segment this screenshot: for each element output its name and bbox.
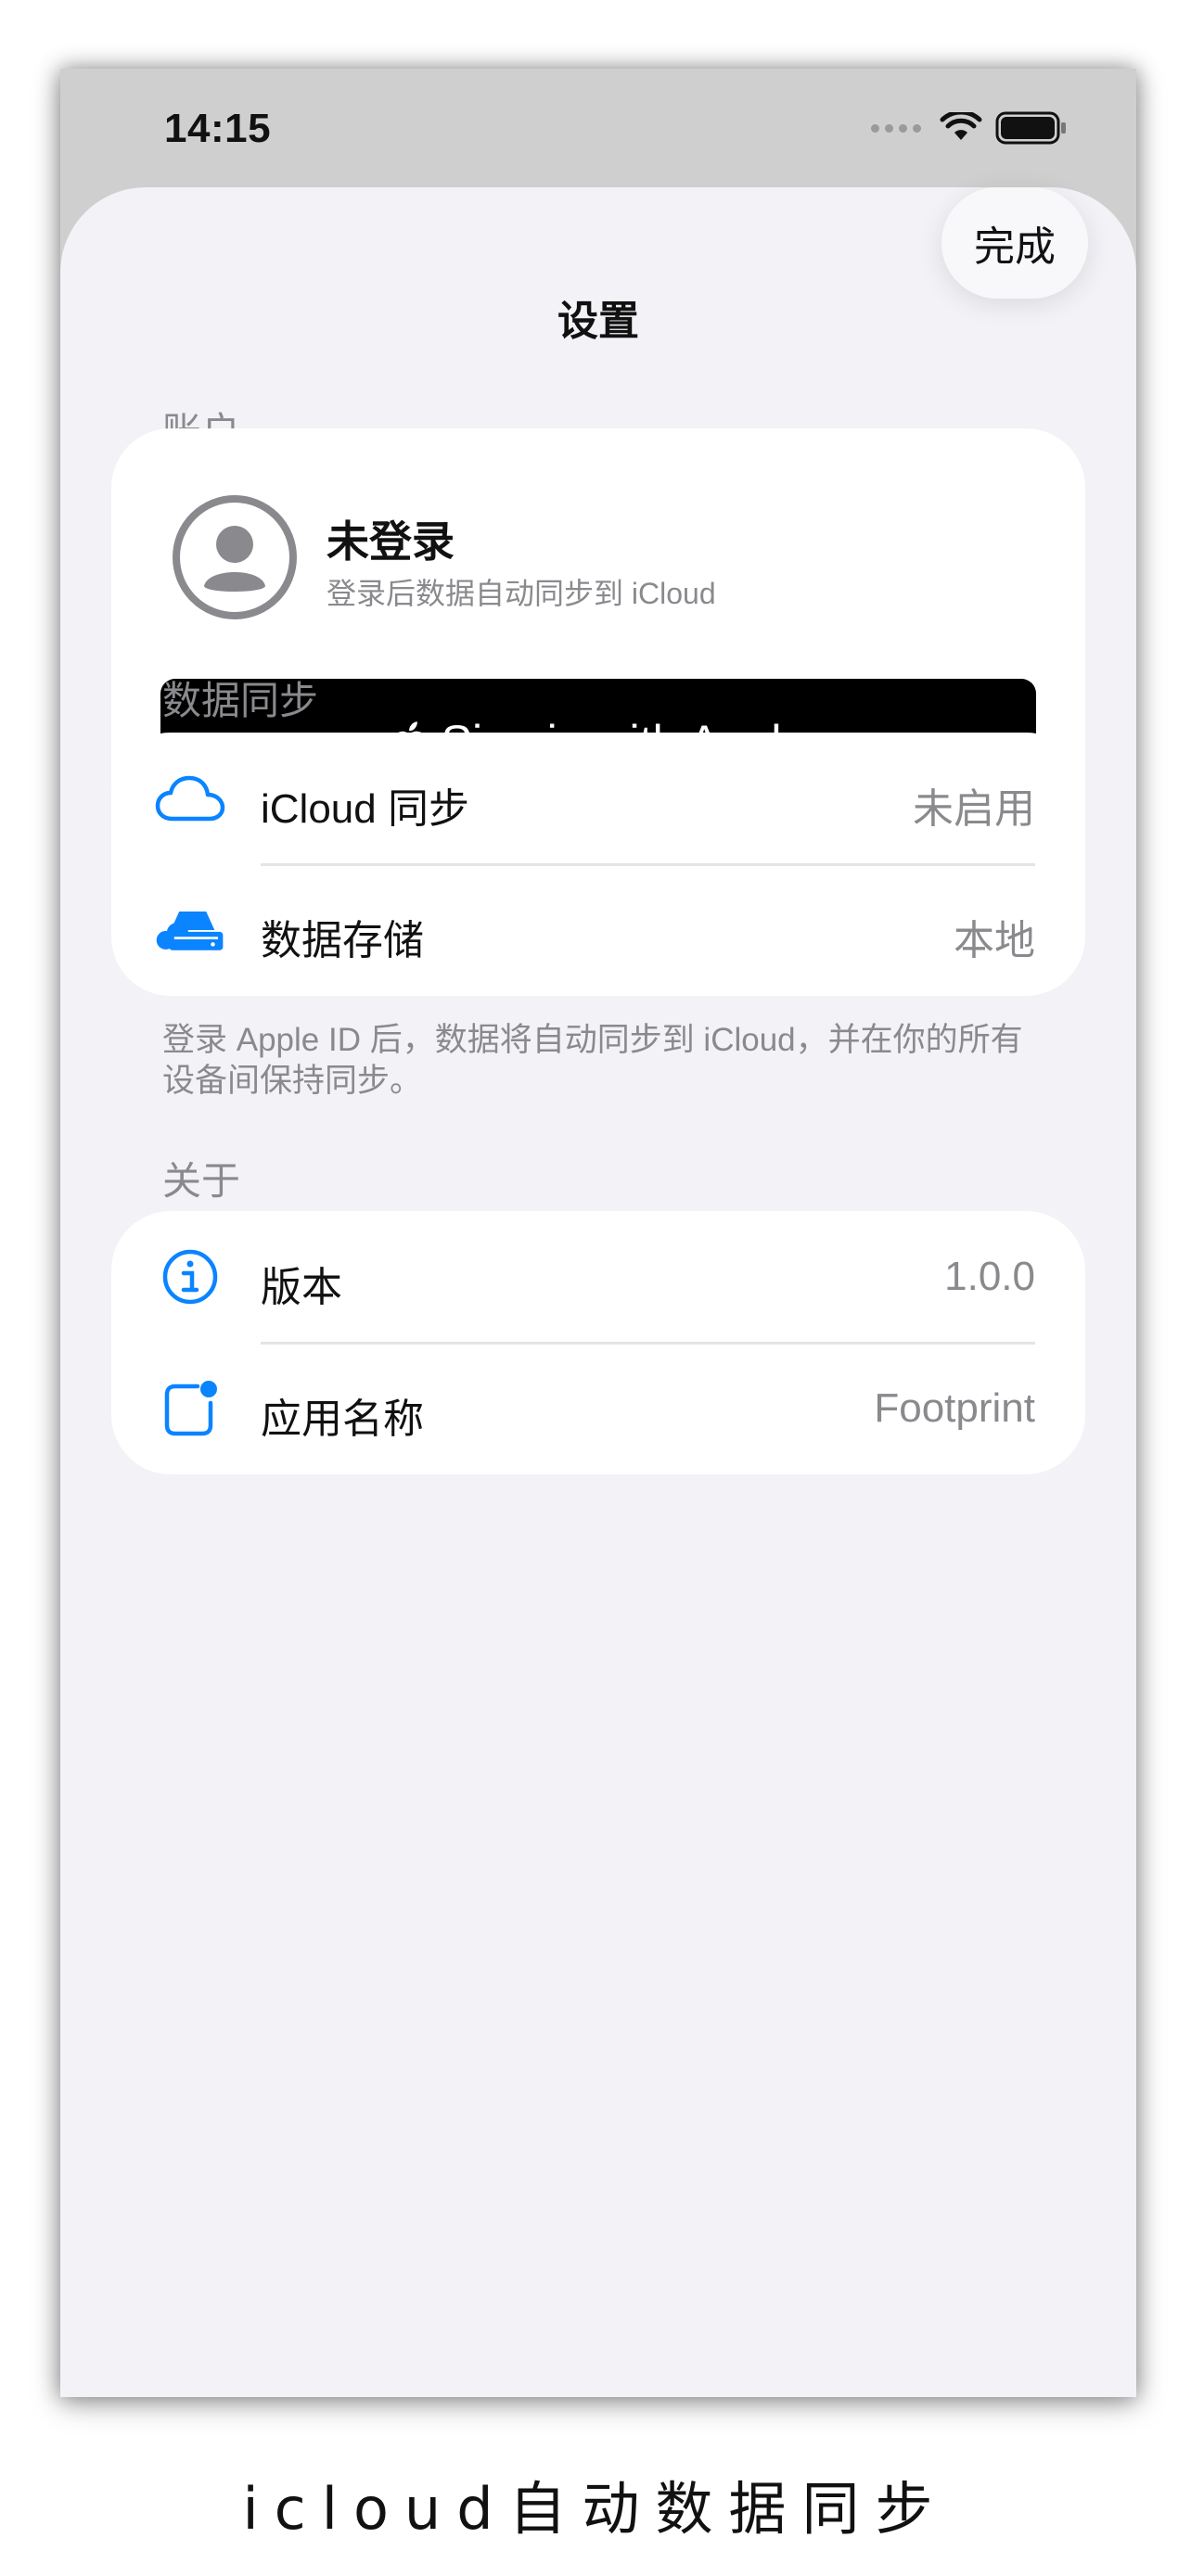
app-name-value: Footprint <box>874 1385 1035 1431</box>
data-storage-label: 数据存储 <box>261 918 424 963</box>
status-time: 14:15 <box>164 106 272 151</box>
about-card: 版本 1.0.0 应用名称 Footprint <box>111 1211 1085 1474</box>
data-storage-row[interactable]: 数据存储 本地 <box>111 864 1085 996</box>
status-icons <box>871 109 1068 147</box>
storage-drive-icon <box>154 898 226 963</box>
sync-footnote: 登录 Apple ID 后，数据将自动同步到 iCloud，并在你的所有设备间保… <box>162 1022 1023 1099</box>
person-avatar-icon <box>173 495 297 619</box>
sync-section-header: 数据同步 <box>162 679 319 722</box>
account-subtitle: 登录后数据自动同步到 iCloud <box>327 577 716 610</box>
icloud-sync-row[interactable]: iCloud 同步 未启用 <box>111 733 1085 864</box>
caption-text: icloud自动数据同步 <box>242 2475 949 2543</box>
battery-icon <box>995 111 1066 145</box>
sync-card: iCloud 同步 未启用 数据存储 本地 <box>111 733 1085 996</box>
cloud-icon <box>154 766 226 831</box>
settings-sheet: 设置 完成 账户 未登录 登录后数据自动同步到 iCloud Sign in w… <box>60 187 1136 2397</box>
about-section-header: 关于 <box>162 1159 241 1203</box>
canvas: 14:15 设置 完成 账户 <box>0 0 1191 2576</box>
version-label: 版本 <box>261 1265 342 1310</box>
done-button[interactable]: 完成 <box>941 187 1088 299</box>
wifi-icon <box>940 112 982 140</box>
icloud-sync-value: 未启用 <box>913 786 1035 832</box>
page-title: 设置 <box>557 299 639 344</box>
info-icon <box>154 1244 226 1309</box>
account-name: 未登录 <box>327 517 455 566</box>
signal-dots-icon <box>871 123 921 133</box>
phone-screen: 14:15 设置 完成 账户 <box>60 69 1136 2397</box>
icloud-sync-label: iCloud 同步 <box>261 786 469 832</box>
status-bar: 14:15 <box>60 69 1136 187</box>
version-row: 版本 1.0.0 <box>111 1211 1085 1343</box>
app-name-label: 应用名称 <box>261 1396 424 1442</box>
version-value: 1.0.0 <box>944 1254 1035 1299</box>
data-storage-value: 本地 <box>954 918 1035 963</box>
app-badge-icon <box>154 1376 226 1441</box>
app-name-row: 应用名称 Footprint <box>111 1343 1085 1474</box>
